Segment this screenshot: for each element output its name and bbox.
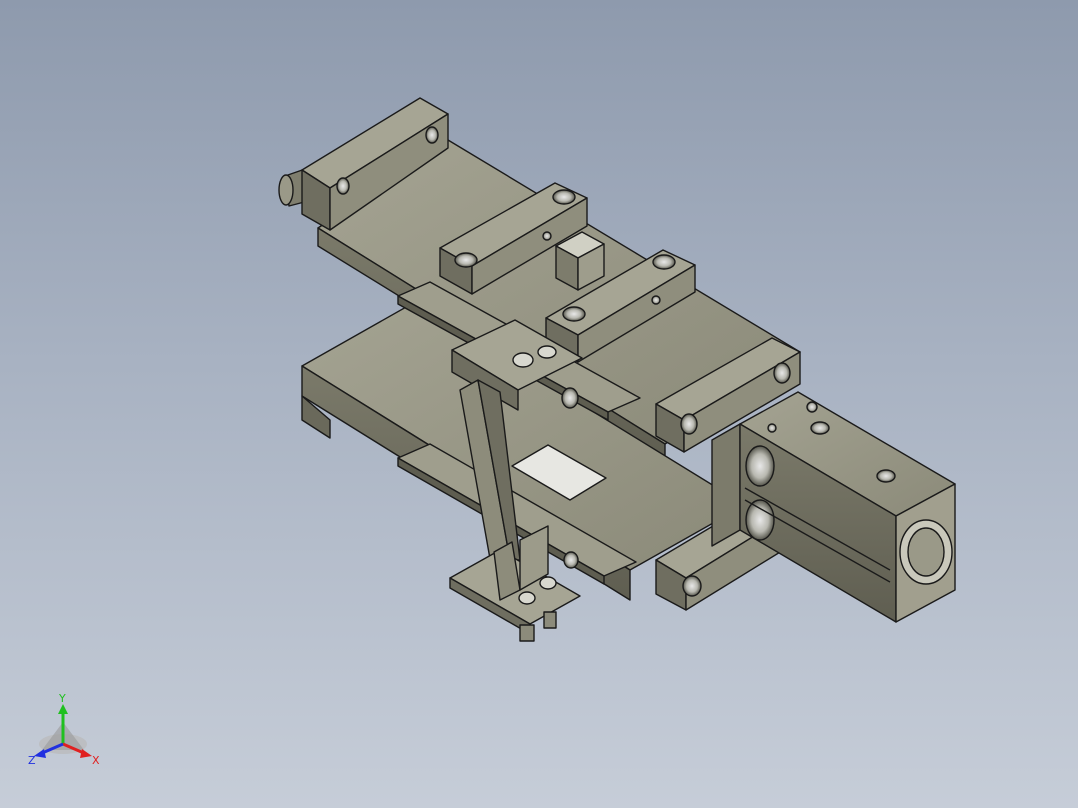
z-axis-label: Z: [28, 754, 36, 767]
y-axis-label: Y: [58, 692, 66, 705]
pneumatic-cylinder: [739, 391, 956, 623]
y-axis-arrow: [58, 704, 68, 714]
coordinate-axis-triad: Y X Z: [28, 692, 100, 767]
x-axis-arrow: [80, 749, 92, 758]
z-axis-arrow: [34, 749, 46, 758]
cad-viewport[interactable]: Y X Z: [0, 0, 1078, 808]
x-axis-label: X: [92, 754, 100, 767]
gripper-assembly-model[interactable]: [0, 0, 1078, 808]
